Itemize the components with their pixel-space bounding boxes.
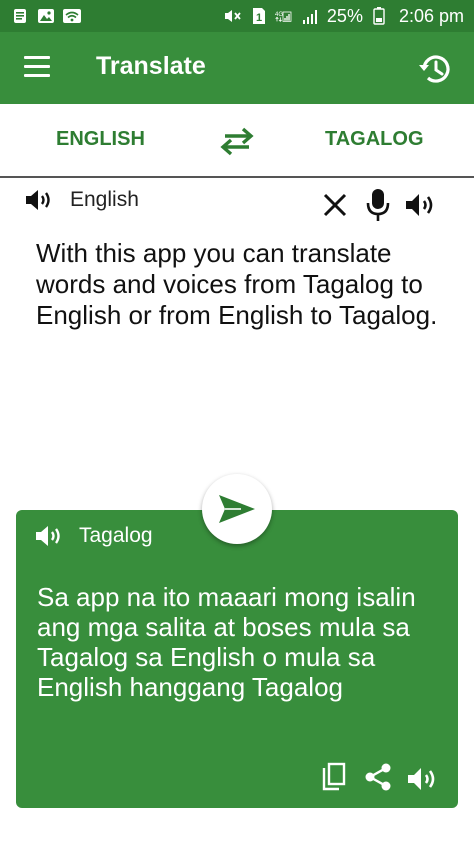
send-icon: [219, 495, 255, 523]
history-button[interactable]: [416, 50, 454, 88]
language-bar: ENGLISH TAGALOG: [0, 104, 474, 178]
speaker-icon: [26, 190, 50, 210]
output-speak-button[interactable]: [406, 766, 440, 792]
menu-button[interactable]: [24, 56, 50, 78]
network-4g-icon: 4G: [275, 7, 295, 25]
share-icon: [365, 763, 391, 791]
mute-icon: [223, 7, 243, 25]
history-icon: [419, 55, 450, 83]
copy-icon: [322, 762, 346, 791]
target-language-button[interactable]: TAGALOG: [325, 128, 424, 151]
microphone-button[interactable]: [365, 188, 391, 222]
battery-percent: 25%: [326, 5, 363, 26]
network-type: 4G: [275, 12, 283, 18]
sim-icon: 1: [249, 7, 269, 25]
output-language-label: Tagalog: [79, 524, 153, 547]
close-icon: [323, 193, 347, 217]
image-notification-icon: [36, 7, 56, 25]
source-language-button[interactable]: ENGLISH: [56, 128, 145, 151]
share-button[interactable]: [363, 762, 393, 792]
status-bar-right: 1 4G 25% 2:06 pm: [223, 6, 464, 27]
swap-icon: [220, 127, 254, 156]
wifi-icon: [62, 7, 82, 25]
clear-text-button[interactable]: [322, 192, 348, 218]
swap-languages-button[interactable]: [219, 126, 255, 156]
file-notification-icon: [10, 7, 30, 25]
input-language-speaker-button[interactable]: [24, 188, 54, 212]
speaker-icon: [36, 526, 60, 546]
speaker-icon: [406, 194, 433, 216]
microphone-icon: [366, 189, 390, 221]
status-time: 2:06 pm: [398, 5, 464, 26]
translated-text: Sa app na ito maaari mong isalin ang mga…: [37, 582, 416, 702]
speaker-icon: [408, 768, 435, 790]
status-bar: 1 4G 25% 2:06 pm: [0, 0, 474, 32]
app-bar: Translate: [0, 32, 474, 104]
input-area: English With this app you can translate …: [0, 178, 474, 508]
battery-icon: [369, 7, 389, 25]
translation-output-card: Tagalog Sa app na ito maaari mong isalin…: [16, 510, 458, 808]
source-text-input[interactable]: With this app you can translate words an…: [36, 238, 450, 331]
menu-icon: [24, 56, 50, 59]
input-language-label: English: [70, 188, 139, 211]
app-title: Translate: [96, 52, 206, 80]
translate-button[interactable]: [202, 474, 272, 544]
copy-button[interactable]: [321, 762, 347, 792]
input-speak-button[interactable]: [404, 192, 438, 218]
signal-icon: [301, 7, 321, 25]
sim-number: 1: [256, 12, 262, 24]
output-language-speaker-button[interactable]: [34, 524, 64, 548]
status-bar-left: [10, 7, 82, 25]
